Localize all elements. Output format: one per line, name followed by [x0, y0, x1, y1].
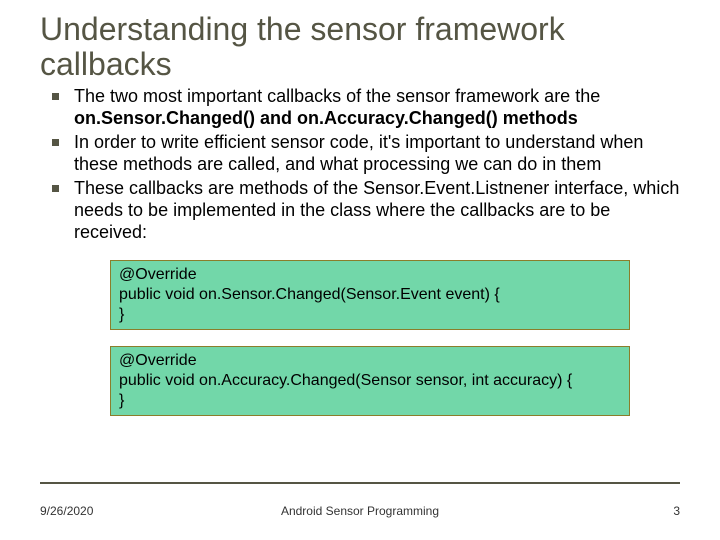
footer: 9/26/2020 Android Sensor Programming 3 — [40, 504, 680, 518]
bullet-text-pre: The two most important callbacks of the … — [74, 86, 600, 106]
code-block: @Override public void on.Sensor.Changed(… — [110, 260, 630, 330]
slide-title: Understanding the sensor framework callb… — [40, 12, 680, 82]
bullet-text-pre: These callbacks are methods of the Senso… — [74, 178, 679, 242]
footer-divider — [40, 482, 680, 484]
code-block: @Override public void on.Accuracy.Change… — [110, 346, 630, 416]
bullet-text-pre: In order to write efficient sensor code,… — [74, 132, 643, 174]
bullet-item: The two most important callbacks of the … — [52, 86, 680, 130]
bullet-text-bold: on.Sensor.Changed() and on.Accuracy.Chan… — [74, 108, 578, 128]
bullet-item: These callbacks are methods of the Senso… — [52, 178, 680, 244]
bullet-list: The two most important callbacks of the … — [40, 86, 680, 244]
bullet-item: In order to write efficient sensor code,… — [52, 132, 680, 176]
footer-center: Android Sensor Programming — [40, 504, 680, 518]
slide: Understanding the sensor framework callb… — [0, 0, 720, 540]
